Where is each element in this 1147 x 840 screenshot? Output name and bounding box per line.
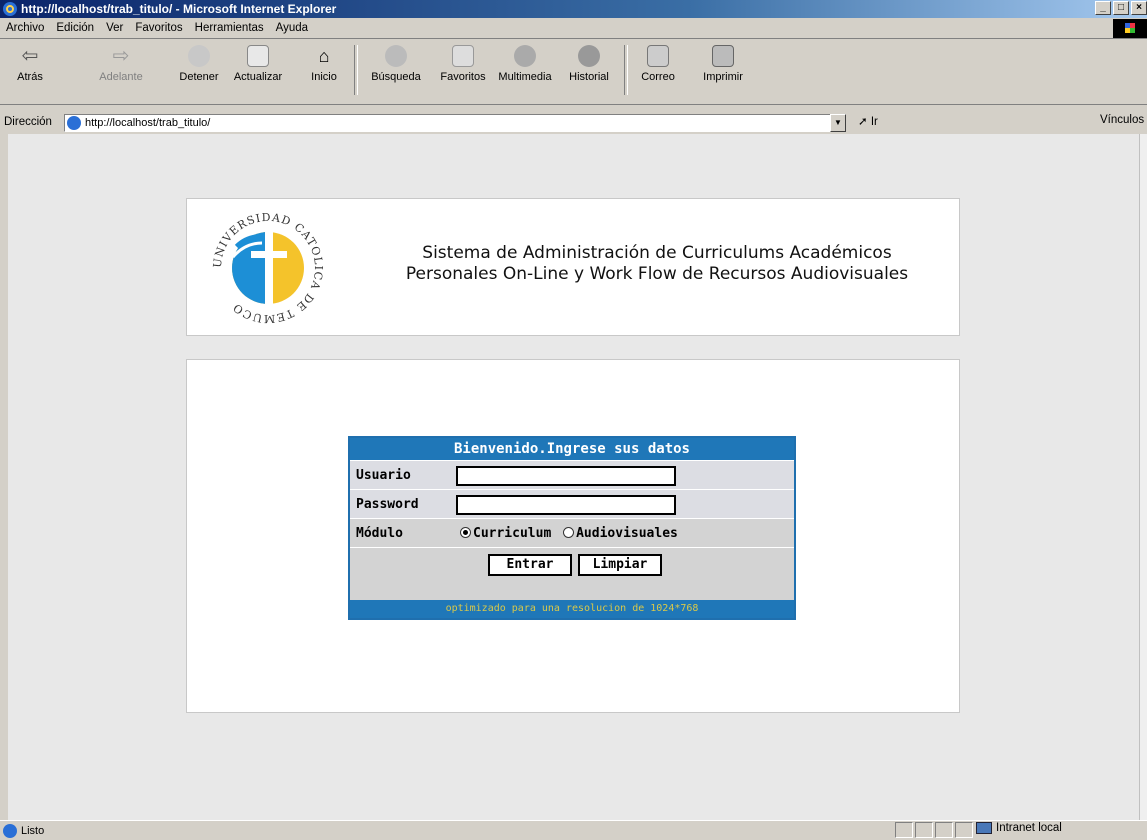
resolution-note: optimizado para una resolucion de 1024*7… [350, 600, 794, 618]
search-label: Búsqueda [371, 71, 421, 83]
multimedia-icon [514, 45, 536, 67]
password-row: Password [350, 490, 794, 519]
username-input[interactable] [456, 466, 676, 486]
menu-favoritos[interactable]: Favoritos [135, 22, 182, 34]
menu-ver[interactable]: Ver [106, 22, 123, 34]
history-icon [578, 45, 600, 67]
forward-arrow-icon: ⇨ [112, 45, 130, 67]
window-titlebar: http://localhost/trab_titulo/ - Microsof… [0, 0, 1147, 18]
multimedia-label: Multimedia [498, 71, 552, 83]
system-title-line2: Personales On-Line y Work Flow de Recurs… [405, 264, 909, 284]
curriculum-radio[interactable] [460, 527, 471, 538]
back-button[interactable]: ⇦ Atrás [10, 41, 50, 83]
menu-herramientas[interactable]: Herramientas [195, 22, 264, 34]
refresh-icon [247, 45, 269, 67]
links-button[interactable]: Vínculos [1100, 114, 1144, 126]
system-title-line1: Sistema de Administración de Curriculums… [422, 243, 892, 263]
audiovisuales-option-label: Audiovisuales [576, 526, 678, 541]
printer-icon [712, 45, 734, 67]
page-icon [67, 116, 81, 130]
password-label: Password [356, 497, 419, 512]
menu-bar: Archivo Edición Ver Favoritos Herramient… [0, 18, 1147, 39]
search-button[interactable]: Búsqueda [368, 41, 424, 83]
ie-icon [3, 2, 17, 16]
menu-edicion[interactable]: Edición [56, 22, 94, 34]
minimize-button[interactable]: _ [1095, 1, 1111, 15]
home-icon: ⌂ [318, 46, 330, 66]
forward-label: Adelante [99, 71, 143, 83]
home-button[interactable]: ⌂ Inicio [304, 41, 344, 83]
main-panel: Bienvenido.Ingrese sus datos Usuario Pas… [186, 359, 960, 713]
module-label: Módulo [356, 526, 403, 541]
favorites-label: Favoritos [440, 71, 486, 83]
back-arrow-icon: ⇦ [21, 45, 39, 67]
audiovisuales-radio[interactable] [563, 527, 575, 538]
user-row: Usuario [350, 461, 794, 490]
refresh-label: Actualizar [233, 71, 283, 83]
go-label: Ir [870, 116, 878, 128]
menu-ayuda[interactable]: Ayuda [276, 22, 308, 34]
button-row: Entrar Limpiar [350, 548, 794, 580]
submit-button[interactable]: Entrar [488, 554, 572, 576]
history-label: Historial [569, 71, 609, 83]
header-banner: UNIVERSIDAD CATOLICA DE TEMUCO Sistema d… [186, 198, 960, 336]
close-button[interactable]: × [1131, 1, 1147, 15]
login-form: Bienvenido.Ingrese sus datos Usuario Pas… [348, 436, 796, 620]
module-row: Módulo Curriculum Audiovisuales [350, 519, 794, 548]
status-bar: Listo [0, 820, 1147, 840]
system-title: Sistema de Administración de Curriculums… [357, 243, 957, 285]
go-button[interactable]: ➚ Ir [858, 114, 878, 128]
vertical-scrollbar[interactable] [1139, 134, 1147, 820]
mail-label: Correo [641, 71, 675, 83]
university-logo: UNIVERSIDAD CATOLICA DE TEMUCO [211, 211, 324, 325]
clear-button[interactable]: Limpiar [578, 554, 662, 576]
status-pane [915, 822, 933, 838]
status-pane [895, 822, 913, 838]
address-label: Dirección [4, 116, 52, 128]
mail-icon [647, 45, 669, 67]
home-label: Inicio [311, 71, 337, 83]
stop-label: Detener [179, 71, 219, 83]
standard-toolbar: ⇦ Atrás ⇨ Adelante Detener Actualizar ⌂ … [0, 39, 1147, 105]
stop-button[interactable]: Detener [174, 41, 224, 83]
menu-archivo[interactable]: Archivo [6, 22, 44, 34]
history-button[interactable]: Historial [564, 41, 614, 83]
print-label: Imprimir [703, 71, 743, 83]
page-status-icon [3, 823, 17, 838]
address-input[interactable]: http://localhost/trab_titulo/ [64, 114, 831, 132]
maximize-button[interactable]: □ [1113, 1, 1129, 15]
search-icon [385, 45, 407, 67]
print-button[interactable]: Imprimir [700, 41, 746, 83]
user-label: Usuario [356, 468, 411, 483]
favorites-button[interactable]: Favoritos [436, 41, 490, 83]
address-dropdown-button[interactable]: ▼ [830, 114, 846, 132]
security-zone: Intranet local [976, 822, 1062, 834]
multimedia-button[interactable]: Multimedia [494, 41, 556, 83]
stop-icon [188, 45, 210, 67]
forward-button[interactable]: ⇨ Adelante [96, 41, 146, 83]
login-heading: Bienvenido.Ingrese sus datos [350, 438, 794, 461]
address-url: http://localhost/trab_titulo/ [85, 117, 211, 129]
refresh-button[interactable]: Actualizar [230, 41, 286, 83]
status-pane [935, 822, 953, 838]
curriculum-option-label: Curriculum [473, 526, 552, 541]
window-title: http://localhost/trab_titulo/ - Microsof… [21, 2, 337, 16]
go-arrow-icon: ➚ [858, 116, 868, 128]
back-label: Atrás [17, 71, 43, 83]
windows-logo-icon [1113, 19, 1147, 38]
favorites-icon [452, 45, 474, 67]
status-text: Listo [21, 824, 45, 837]
page-viewport: UNIVERSIDAD CATOLICA DE TEMUCO Sistema d… [8, 134, 1139, 820]
intranet-icon [976, 822, 992, 834]
zone-label: Intranet local [996, 822, 1062, 834]
status-pane [955, 822, 973, 838]
password-input[interactable] [456, 495, 676, 515]
mail-button[interactable]: Correo [636, 41, 680, 83]
